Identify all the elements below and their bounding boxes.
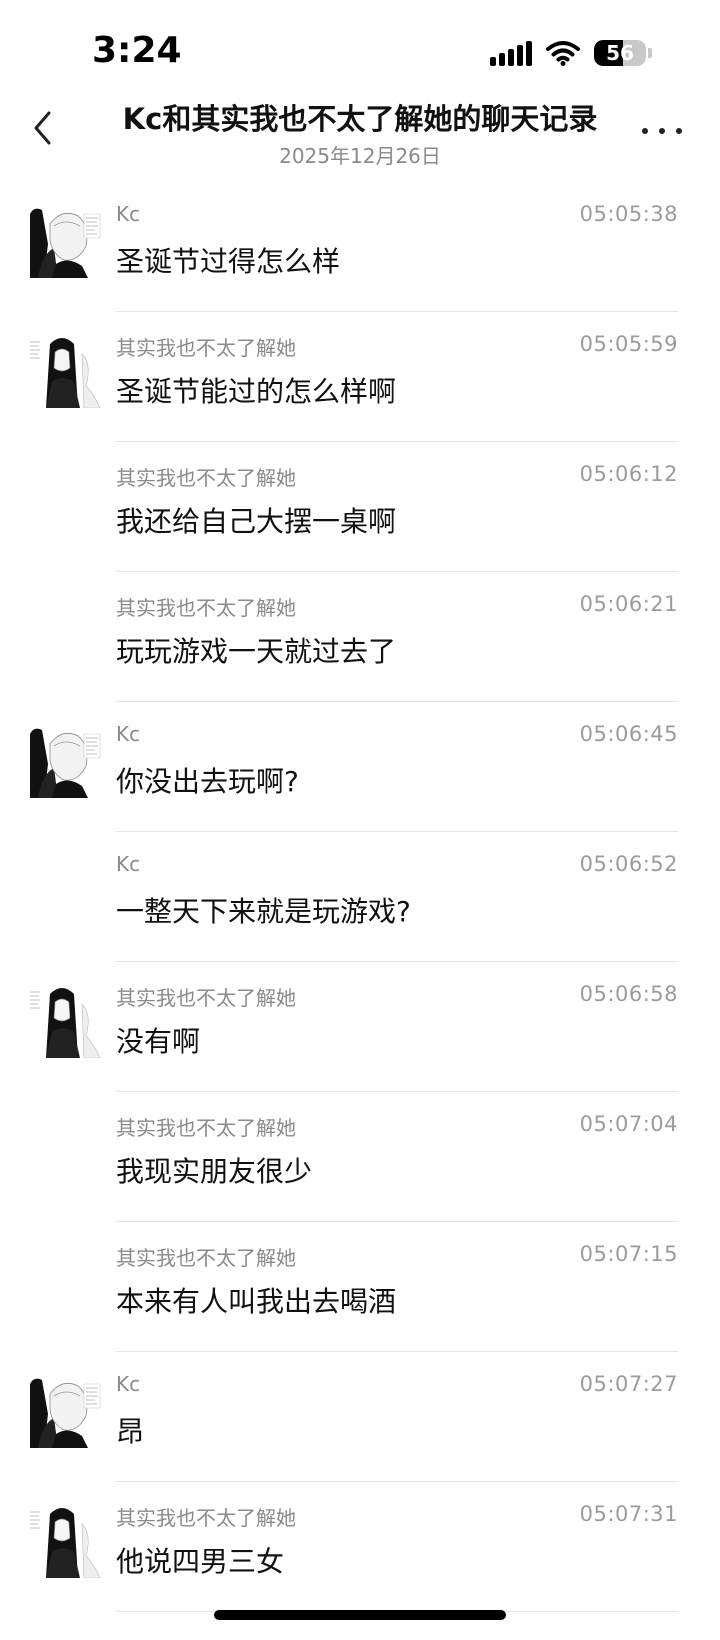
message-text: 你没出去玩啊?: [116, 765, 299, 798]
more-dot-icon: [659, 128, 665, 134]
message-time: 05:07:04: [579, 1112, 678, 1136]
message-text: 他说四男三女: [116, 1545, 285, 1578]
message-row[interactable]: 其实我也不太了解她 05:06:12 我还给自己大摆一桌啊: [0, 442, 720, 572]
avatar[interactable]: [28, 204, 102, 278]
message-sender: Kc: [116, 852, 141, 876]
message-time: 05:06:12: [579, 462, 678, 486]
message-row[interactable]: Kc 05:05:38 圣诞节过得怎么样: [0, 182, 720, 312]
avatar[interactable]: [28, 724, 102, 798]
message-time: 05:06:21: [579, 592, 678, 616]
chat-history-header: Kc和其实我也不太了解她的聊天记录 2025年12月26日: [0, 96, 720, 176]
page-title: Kc和其实我也不太了解她的聊天记录: [122, 102, 598, 136]
message-text: 圣诞节过得怎么样: [116, 245, 341, 278]
more-dot-icon: [676, 128, 682, 134]
message-row[interactable]: 其实我也不太了解她 05:07:04 我现实朋友很少: [0, 1092, 720, 1222]
battery-percent: 56: [606, 41, 634, 65]
battery-icon: 56: [594, 40, 646, 66]
message-row[interactable]: 其实我也不太了解她 05:06:58 没有啊: [0, 962, 720, 1092]
message-row[interactable]: 其实我也不太了解她 05:07:31 他说四男三女: [0, 1482, 720, 1612]
message-time: 05:06:58: [579, 982, 678, 1006]
message-text: 本来有人叫我出去喝酒: [116, 1285, 397, 1318]
message-sender: Kc: [116, 1372, 141, 1396]
message-text: 圣诞节能过的怎么样啊: [116, 375, 397, 408]
message-time: 05:07:15: [579, 1242, 678, 1266]
message-sender: 其实我也不太了解她: [116, 986, 296, 1010]
more-options-button[interactable]: [642, 116, 682, 146]
message-row[interactable]: Kc 05:06:45 你没出去玩啊?: [0, 702, 720, 832]
battery-cap: [648, 48, 652, 58]
more-dot-icon: [642, 128, 648, 134]
message-sender: 其实我也不太了解她: [116, 1506, 296, 1530]
message-text: 一整天下来就是玩游戏?: [116, 895, 411, 928]
message-sender: 其实我也不太了解她: [116, 1116, 296, 1140]
status-time: 3:24: [92, 30, 182, 71]
message-time: 05:05:38: [579, 202, 678, 226]
message-sender: 其实我也不太了解她: [116, 596, 296, 620]
message-time: 05:07:27: [579, 1372, 678, 1396]
message-row[interactable]: Kc 05:07:27 昂: [0, 1352, 720, 1482]
home-indicator: [214, 1610, 506, 1620]
status-icons: 56: [490, 40, 652, 66]
avatar[interactable]: [28, 1504, 102, 1578]
message-time: 05:05:59: [579, 332, 678, 356]
message-list[interactable]: Kc 05:05:38 圣诞节过得怎么样其实我也不太了解她 05:05:59 圣诞节能过…: [0, 182, 720, 1612]
message-text: 没有啊: [116, 1025, 201, 1058]
message-text: 昂: [116, 1415, 145, 1448]
message-text: 玩玩游戏一天就过去了: [116, 635, 397, 668]
message-time: 05:06:45: [579, 722, 678, 746]
avatar[interactable]: [28, 334, 102, 408]
message-row[interactable]: 其实我也不太了解她 05:05:59 圣诞节能过的怎么样啊: [0, 312, 720, 442]
status-bar: 3:24 56: [0, 0, 720, 100]
message-row[interactable]: 其实我也不太了解她 05:07:15 本来有人叫我出去喝酒: [0, 1222, 720, 1352]
message-sender: Kc: [116, 722, 141, 746]
wifi-icon: [546, 41, 580, 66]
message-sender: Kc: [116, 202, 141, 226]
avatar[interactable]: [28, 1374, 102, 1448]
message-time: 05:07:31: [579, 1502, 678, 1526]
cellular-signal-icon: [490, 40, 532, 66]
avatar[interactable]: [28, 984, 102, 1058]
message-row[interactable]: 其实我也不太了解她 05:06:21 玩玩游戏一天就过去了: [0, 572, 720, 702]
message-sender: 其实我也不太了解她: [116, 466, 296, 490]
message-text: 我现实朋友很少: [116, 1155, 313, 1188]
message-sender: 其实我也不太了解她: [116, 336, 296, 360]
message-sender: 其实我也不太了解她: [116, 1246, 296, 1270]
message-text: 我还给自己大摆一桌啊: [116, 505, 397, 538]
message-time: 05:06:52: [579, 852, 678, 876]
page-subtitle-date: 2025年12月26日: [279, 144, 441, 168]
message-row[interactable]: Kc 05:06:52 一整天下来就是玩游戏?: [0, 832, 720, 962]
